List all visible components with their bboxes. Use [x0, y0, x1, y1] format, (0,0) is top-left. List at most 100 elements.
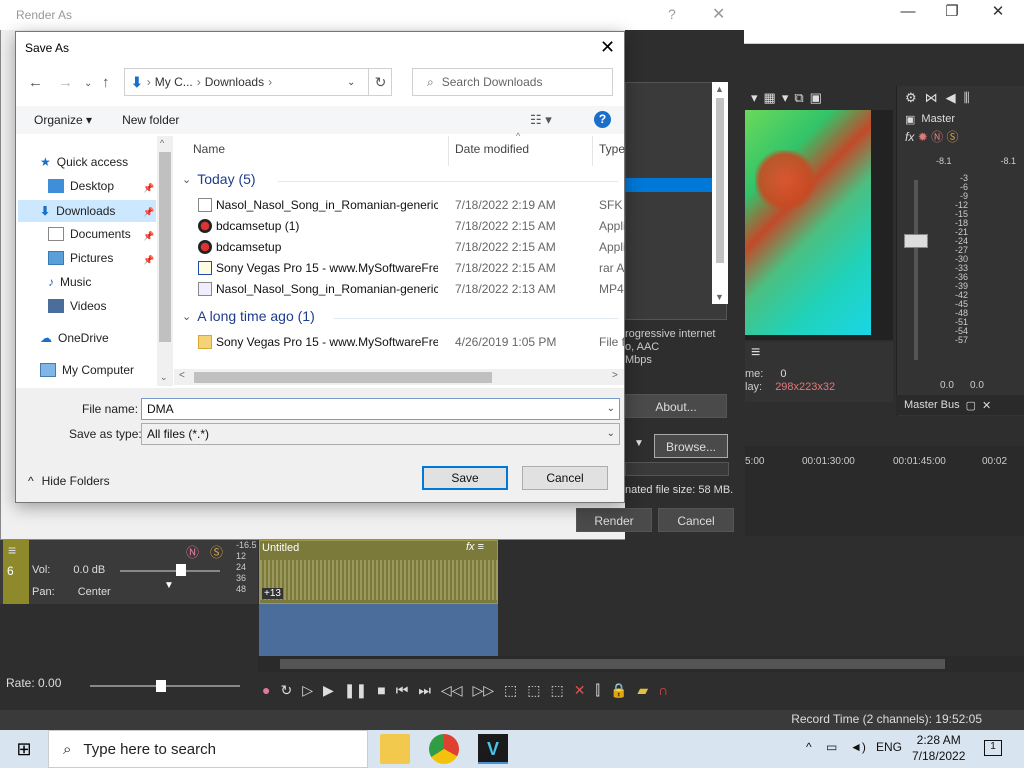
files-scroll-thumb[interactable] — [194, 372, 492, 383]
mixer-icon[interactable]: ⫼ — [964, 90, 970, 106]
close-app-button[interactable]: ✕ — [978, 2, 1018, 22]
next-frame-icon[interactable]: ▷▷ — [472, 682, 494, 699]
play-icon[interactable]: ▶ — [323, 682, 334, 699]
chevron-down-icon[interactable]: ⌄ — [84, 78, 92, 89]
select-tool-icon[interactable]: ⬚ — [527, 682, 540, 699]
tree-desktop[interactable]: Desktop — [48, 179, 114, 193]
solo-icon[interactable]: Ⓢ — [946, 130, 958, 144]
cancel-button[interactable]: Cancel — [522, 466, 608, 490]
file-row[interactable]: Sony Vegas Pro 15 - www.MySoftwareFre...… — [198, 258, 628, 278]
fx-icon[interactable]: fx — [905, 130, 914, 144]
windows-start-icon[interactable]: ⊞ — [0, 730, 48, 768]
window-icon[interactable]: ▢ — [966, 399, 976, 412]
speaker-icon[interactable]: ◀ — [946, 90, 956, 106]
render-cancel-button[interactable]: Cancel — [658, 508, 734, 532]
volume-slider-knob[interactable] — [176, 564, 186, 576]
file-name-input[interactable]: DMA ⌄ — [141, 398, 620, 420]
rate-slider-knob[interactable] — [156, 680, 166, 692]
gear-icon[interactable]: ⚙ — [905, 90, 917, 106]
copy-icon[interactable]: ⧉ — [794, 90, 803, 106]
chevron-down-icon[interactable]: ⌄ — [607, 399, 615, 419]
up-icon[interactable]: ↑ — [102, 74, 110, 91]
file-row[interactable]: bdcamsetup (1) 7/18/2022 2:15 AM Appli — [198, 216, 628, 236]
column-name[interactable]: Name — [193, 142, 225, 156]
tree-downloads[interactable]: ⬇ Downloads — [18, 200, 156, 222]
maximize-button[interactable]: ❐ — [932, 2, 972, 22]
chevron-left-icon[interactable]: < — [179, 370, 185, 381]
go-to-start-icon[interactable]: ⏮ — [396, 682, 409, 699]
solo-track-icon[interactable]: Ⓢ — [210, 542, 223, 561]
save-as-type-select[interactable]: All files (*.*) ⌄ — [141, 423, 620, 445]
column-separator[interactable] — [592, 136, 593, 166]
stop-icon[interactable]: ■ — [377, 682, 385, 698]
notification-icon[interactable]: 1 — [984, 740, 1002, 756]
snap-icon[interactable]: ∩ — [658, 682, 668, 698]
save-button[interactable]: Save — [422, 466, 508, 490]
file-row[interactable]: Nasol_Nasol_Song_in_Romanian-generic... … — [198, 195, 628, 215]
lock-icon[interactable]: 🔒 — [610, 682, 627, 699]
master-fader-handle[interactable] — [904, 234, 928, 248]
breadcrumb-item[interactable]: Downloads — [205, 75, 264, 89]
chevron-up-icon[interactable]: ^ — [160, 138, 164, 148]
mute-icon[interactable]: Ⓝ — [931, 130, 943, 144]
group-header-long-ago[interactable]: ⌄ A long time ago (1) — [182, 308, 315, 324]
tree-music[interactable]: ♪ Music — [48, 275, 91, 289]
chevron-right-icon[interactable]: > — [612, 370, 618, 381]
search-box[interactable]: ⌕ Search Downloads — [412, 68, 613, 96]
new-folder-button[interactable]: New folder — [122, 113, 179, 127]
chevron-down-icon[interactable]: ▼ — [634, 438, 644, 449]
go-to-end-icon[interactable]: ⏭ — [418, 682, 431, 699]
chevron-down-icon[interactable]: ⌄ — [347, 77, 355, 88]
render-list-scroll-thumb[interactable] — [716, 98, 724, 263]
gear-fx-icon[interactable]: ✹ — [918, 130, 928, 144]
scroll-down-icon[interactable]: ▼ — [715, 292, 724, 302]
menu-icon[interactable]: ≡ — [751, 344, 760, 362]
group-header-today[interactable]: ⌄ Today (5) — [182, 171, 256, 187]
save-snapshot-icon[interactable]: ▣ — [810, 90, 822, 106]
close-icon[interactable]: ✕ — [712, 4, 725, 24]
refresh-icon[interactable]: ↻ — [368, 68, 392, 96]
file-row[interactable]: Sony Vegas Pro 15 - www.MySoftwareFre...… — [198, 332, 628, 352]
file-explorer-icon[interactable] — [380, 734, 410, 764]
timeline-scrollbar[interactable] — [280, 659, 945, 669]
column-date-modified[interactable]: Date modified — [455, 142, 529, 156]
about-button[interactable]: About... — [625, 394, 727, 418]
back-icon[interactable]: ← — [28, 74, 43, 91]
help-icon[interactable]: ? — [594, 111, 611, 128]
chevron-down-icon[interactable]: ⌄ — [160, 372, 168, 383]
render-template-selected[interactable] — [625, 178, 712, 192]
column-type[interactable]: Type — [599, 142, 625, 156]
volume-icon[interactable]: ◄) — [850, 740, 866, 754]
breadcrumb-item[interactable]: My C... — [155, 75, 193, 89]
pin-icon[interactable]: 📌 — [143, 183, 154, 194]
chevron-down-icon[interactable]: ⌄ — [607, 424, 615, 444]
vegas-icon[interactable]: V — [478, 734, 508, 764]
zoom-tool-icon[interactable]: ⬚ — [550, 682, 563, 699]
chevron-up-icon[interactable]: ^ — [806, 740, 812, 754]
taskbar-search[interactable]: ⌕ Type here to search — [48, 730, 368, 768]
render-button[interactable]: Render — [576, 508, 652, 532]
file-row[interactable]: Nasol_Nasol_Song_in_Romanian-generic... … — [198, 279, 628, 299]
clip-fx-icon[interactable]: fx ≡ — [466, 541, 484, 553]
browse-button[interactable]: Browse... — [654, 434, 728, 458]
master-bus-tab[interactable]: Master Bus ▢ ✕ — [896, 395, 1024, 415]
language-indicator[interactable]: ENG — [876, 740, 902, 754]
column-separator[interactable] — [448, 136, 449, 166]
help-icon[interactable]: ? — [668, 6, 676, 22]
tree-my-computer[interactable]: My Computer — [40, 363, 134, 377]
delete-icon[interactable]: ✕ — [574, 682, 586, 699]
pin-icon[interactable]: 📌 — [143, 255, 154, 266]
bowtie-icon[interactable]: ⋈ — [925, 90, 938, 106]
split-icon[interactable]: ⫿ — [595, 682, 599, 699]
pause-icon[interactable]: ❚❚ — [344, 682, 367, 699]
organize-button[interactable]: Organize ▾ — [34, 113, 92, 127]
tree-videos[interactable]: Videos — [48, 299, 106, 313]
volume-slider[interactable] — [120, 570, 220, 572]
close-icon[interactable]: ✕ — [982, 399, 991, 412]
view-options-icon[interactable]: ☷ ▾ — [530, 112, 552, 128]
scroll-up-icon[interactable]: ▲ — [715, 84, 724, 94]
output-path-field[interactable] — [625, 462, 729, 476]
chrome-icon[interactable] — [429, 734, 459, 764]
track-menu-icon[interactable]: ≡ — [8, 542, 16, 558]
play-from-start-icon[interactable]: ▷ — [302, 682, 313, 699]
